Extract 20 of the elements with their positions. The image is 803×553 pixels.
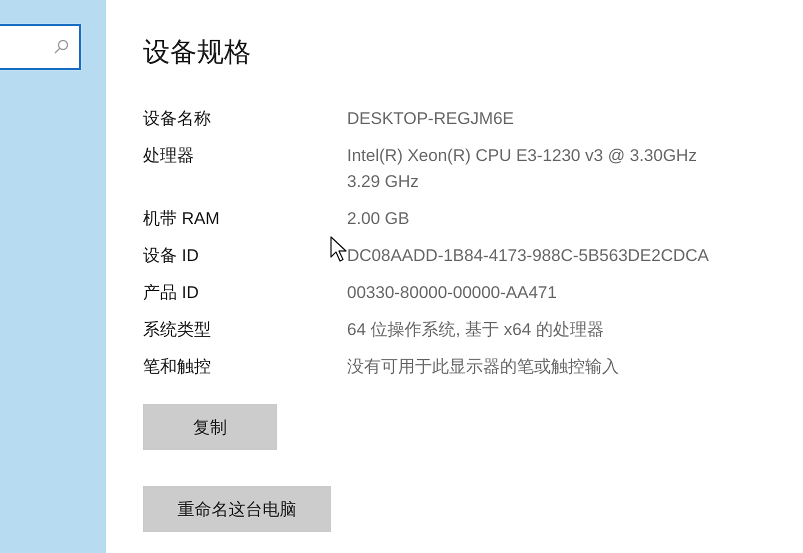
spec-label: 笔和触控 bbox=[143, 356, 211, 378]
spec-label: 设备名称 bbox=[143, 108, 211, 130]
spec-value: 00330-80000-00000-AA471 bbox=[347, 282, 558, 304]
spec-label: 系统类型 bbox=[143, 319, 211, 341]
rename-button[interactable]: 重命名这台电脑 bbox=[143, 486, 331, 532]
spec-value: DC08AADD-1B84-4173-988C-5B563DE2CDCA bbox=[347, 245, 710, 267]
spec-value: 64 位操作系统, 基于 x64 的处理器 bbox=[347, 319, 605, 341]
pointer-icon bbox=[330, 236, 348, 262]
search-icon bbox=[53, 39, 69, 55]
spec-label: 机带 RAM bbox=[143, 208, 220, 230]
spec-value: DESKTOP-REGJM6E bbox=[347, 108, 515, 130]
spec-label: 设备 ID bbox=[143, 245, 199, 267]
section-title: 设备规格 bbox=[143, 36, 252, 68]
search-field[interactable] bbox=[0, 24, 81, 70]
spec-value: 2.00 GB bbox=[347, 208, 410, 230]
spec-label: 处理器 bbox=[143, 145, 194, 167]
spec-value: Intel(R) Xeon(R) CPU E3-1230 v3 @ 3.30GHz 3.29 GHz bbox=[347, 145, 698, 193]
spec-value: 没有可用于此显示器的笔或触控输入 bbox=[347, 356, 620, 378]
spec-label: 产品 ID bbox=[143, 282, 199, 304]
copy-button[interactable]: 复制 bbox=[143, 404, 277, 450]
